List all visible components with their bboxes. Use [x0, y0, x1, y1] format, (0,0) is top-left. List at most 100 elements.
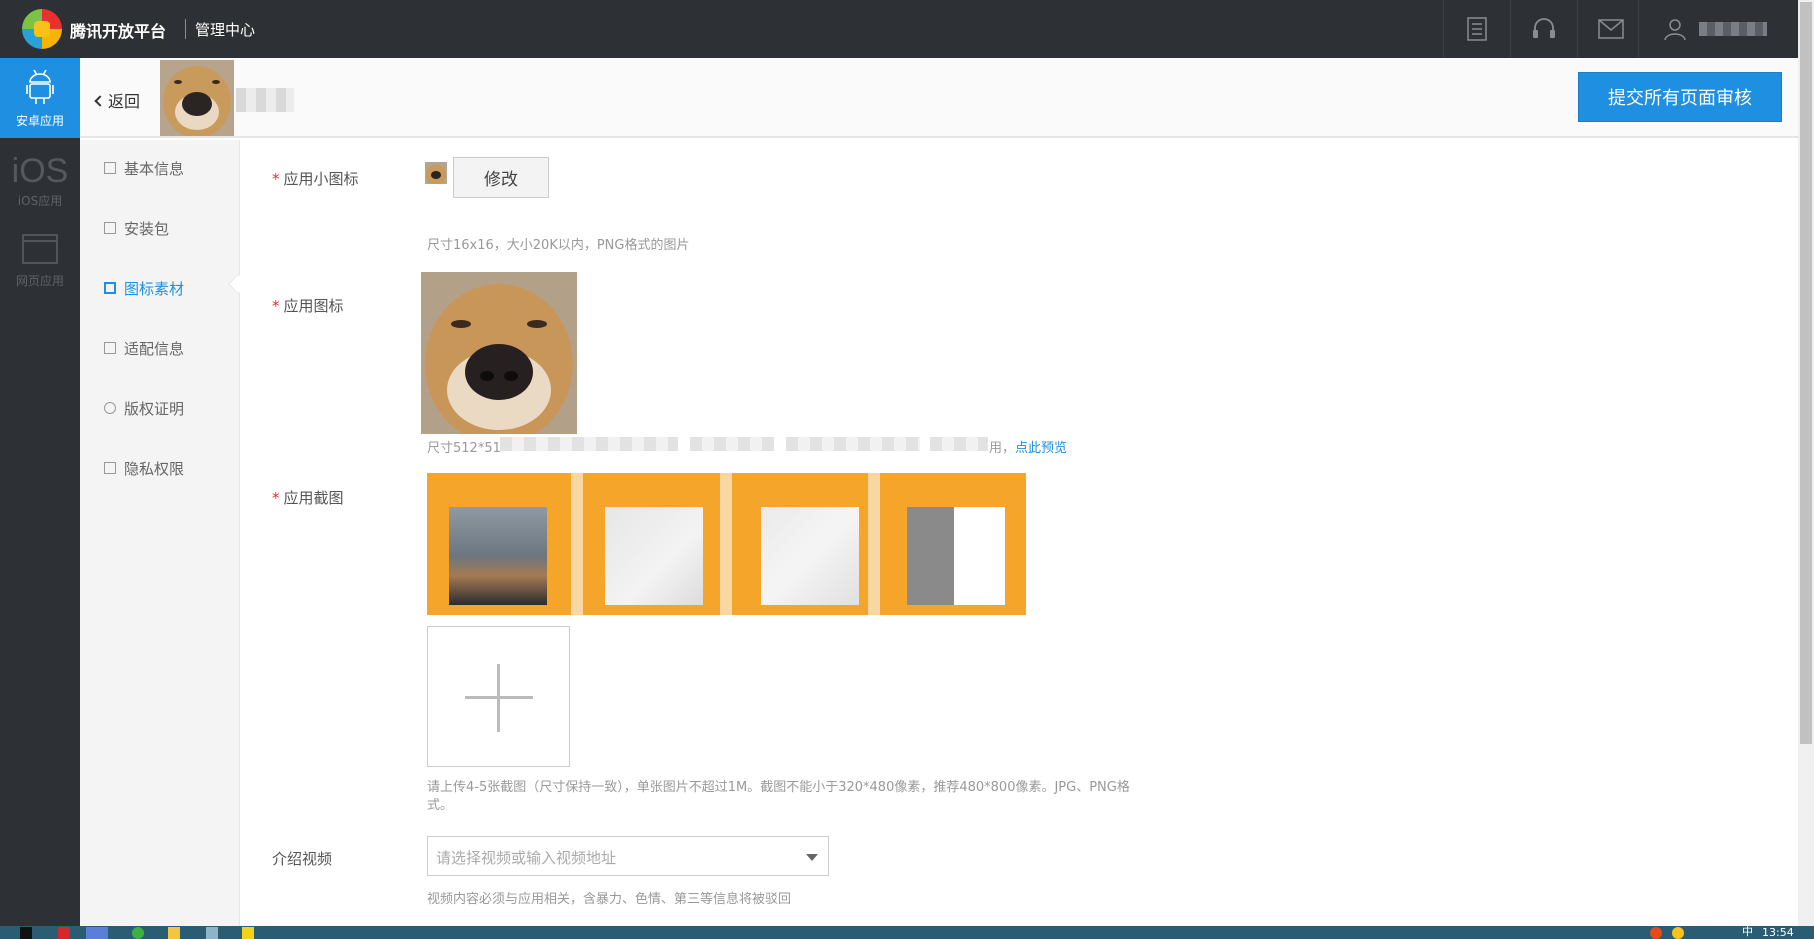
wechat-icon[interactable] — [132, 927, 144, 939]
sticky-notes-icon[interactable] — [242, 927, 254, 939]
app-name-redacted — [236, 88, 294, 112]
screenshot-divider — [868, 473, 880, 615]
screenshot-divider — [720, 473, 732, 615]
back-label: 返回 — [108, 92, 141, 111]
platform-android-label: 安卓应用 — [15, 114, 64, 128]
scrollbar-thumb[interactable] — [1800, 2, 1812, 744]
app-icon-hint-prefix: 尺寸512*51 — [427, 441, 501, 456]
screenshot-divider — [571, 473, 583, 615]
app-icon-field-label: * 应用图标 — [272, 295, 344, 316]
screenshot-thumbnail[interactable] — [605, 507, 703, 605]
plus-icon-stroke — [497, 664, 500, 732]
back-button[interactable]: 返回 — [94, 88, 141, 112]
section-label: 版权证明 — [124, 400, 185, 418]
section-compat-info[interactable]: 适配信息 — [80, 320, 240, 380]
small-icon-hint: 尺寸16x16，大小20K以内，PNG格式的图片 — [427, 238, 690, 253]
section-privacy[interactable]: 隐私权限 — [80, 440, 240, 500]
document-icon — [1467, 17, 1487, 41]
app-header: 返回 提交所有页面审核 — [80, 58, 1800, 138]
qq-icon[interactable] — [1650, 927, 1662, 939]
top-bar: 腾讯开放平台 管理中心 — [0, 0, 1814, 58]
start-icon[interactable] — [20, 927, 32, 939]
section-package[interactable]: 安装包 — [80, 200, 240, 260]
webpage-icon — [22, 234, 58, 264]
video-field-label: 介绍视频 — [272, 850, 333, 868]
video-placeholder: 请选择视频或输入视频地址 — [436, 849, 617, 867]
android-icon — [26, 69, 54, 104]
screenshot-thumbnail[interactable] — [907, 507, 1005, 605]
label-text: 应用截图 — [283, 489, 344, 507]
platform-android[interactable]: 安卓应用 — [0, 58, 80, 138]
document-button[interactable] — [1443, 0, 1510, 58]
screenshots-strip — [427, 473, 1026, 615]
app-icon-hint-end: 用，点此预览 — [989, 437, 1067, 456]
ime-indicator[interactable]: 中 — [1742, 926, 1754, 938]
small-icon-preview — [425, 162, 447, 185]
platform-web-label: 网页应用 — [15, 274, 64, 288]
notepad-icon[interactable] — [206, 927, 218, 939]
submit-all-for-review-button[interactable]: 提交所有页面审核 — [1578, 72, 1782, 122]
browser-icon[interactable] — [86, 927, 108, 939]
os-taskbar: 中 13:54 — [0, 926, 1814, 939]
username-redacted — [1699, 22, 1767, 36]
section-label: 安装包 — [124, 220, 170, 238]
clock[interactable]: 13:54 — [1762, 926, 1794, 939]
section-copyright[interactable]: 版权证明 — [80, 380, 240, 440]
section-nav: 基本信息 安装包 图标素材 适配信息 版权证明 隐私权限 — [80, 140, 240, 926]
redacted-text — [930, 437, 988, 451]
platform-sidebar: 安卓应用 iOS iOS应用 网页应用 — [0, 58, 80, 926]
section-label: 基本信息 — [124, 160, 185, 178]
tencent-logo-icon[interactable] — [22, 9, 62, 49]
platform-ios[interactable]: iOS iOS应用 — [0, 138, 80, 218]
label-text: 应用图标 — [283, 297, 344, 315]
support-button[interactable] — [1510, 0, 1577, 58]
ios-icon: iOS — [11, 152, 69, 190]
section-label: 隐私权限 — [124, 460, 185, 478]
label-text: 应用小图标 — [283, 170, 359, 188]
redacted-text — [786, 437, 920, 451]
platform-ios-label: iOS应用 — [17, 194, 63, 208]
required-mark: * — [272, 170, 280, 188]
brand-name[interactable]: 腾讯开放平台 — [70, 18, 166, 42]
screenshot-thumbnail[interactable] — [761, 507, 859, 605]
redacted-text — [500, 437, 678, 451]
section-basic-info[interactable]: 基本信息 — [80, 140, 240, 200]
mail-button[interactable] — [1577, 0, 1644, 58]
folder-icon[interactable] — [168, 927, 180, 939]
list-icon — [104, 162, 116, 174]
screenshot-thumbnail[interactable] — [449, 507, 547, 605]
tray-app-icon[interactable] — [1672, 927, 1684, 939]
user-icon — [1664, 19, 1686, 41]
app-icon-preview[interactable] — [421, 272, 577, 434]
dog-photo-icon — [421, 272, 577, 434]
dog-photo-icon — [160, 60, 234, 138]
video-select[interactable]: 请选择视频或输入视频地址 — [427, 836, 829, 876]
add-screenshot-button[interactable] — [427, 626, 570, 767]
required-mark: * — [272, 297, 280, 315]
app-avatar — [160, 60, 234, 138]
mail-icon — [1598, 19, 1624, 39]
dog-photo-icon — [425, 162, 447, 185]
chevron-down-icon — [806, 854, 818, 861]
section-label: 图标素材 — [124, 280, 185, 298]
package-icon — [104, 222, 116, 234]
platform-web[interactable]: 网页应用 — [0, 218, 80, 298]
small-icon-field-label: * 应用小图标 — [272, 168, 359, 189]
hint-tail: 用， — [989, 441, 1016, 456]
chevron-left-icon — [94, 95, 106, 107]
section-icon-assets[interactable]: 图标素材 — [80, 260, 240, 320]
redacted-text — [690, 437, 774, 451]
adapt-icon — [104, 342, 116, 354]
modify-small-icon-button[interactable]: 修改 — [453, 157, 549, 198]
brand-divider — [185, 19, 186, 39]
certificate-icon — [104, 402, 116, 414]
required-mark: * — [272, 489, 280, 507]
app-icon[interactable] — [58, 927, 70, 939]
screenshots-field-label: * 应用截图 — [272, 487, 344, 508]
preview-link[interactable]: 点此预览 — [1015, 441, 1067, 456]
screenshots-hint: 请上传4-5张截图（尺寸保持一致），单张图片不超过1M。截图不能小于320*48… — [427, 780, 1130, 813]
management-center-title[interactable]: 管理中心 — [195, 19, 255, 40]
user-menu[interactable] — [1638, 0, 1814, 58]
video-hint: 视频内容必须与应用相关，含暴力、色情、第三等信息将被驳回 — [427, 892, 792, 907]
lock-icon — [104, 462, 116, 474]
